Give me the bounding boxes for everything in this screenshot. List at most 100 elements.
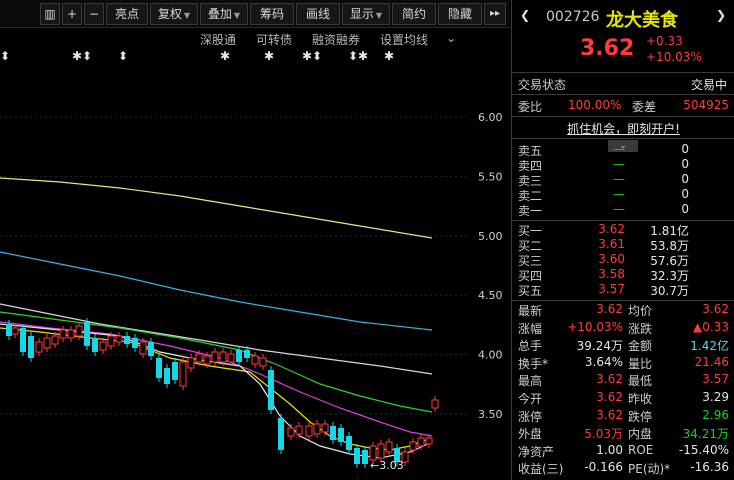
divider — [512, 138, 734, 139]
divider — [512, 72, 734, 73]
promo-link[interactable]: 抓住机会，即刻开户! — [512, 120, 734, 136]
event-marker[interactable]: ⬍ — [0, 49, 10, 63]
stat-value: 21.46 — [694, 354, 729, 369]
event-marker[interactable]: ✱⬍ — [72, 49, 92, 63]
kline-chart[interactable]: 6.00 5.50 5.00 4.50 4.00 3.50 ←3.03 — [0, 66, 510, 480]
stat-row: 总手 39.24万 金额 1.42亿 — [512, 337, 734, 353]
stat-label: 内盘 — [628, 427, 653, 442]
order-volume: 0 — [681, 202, 689, 216]
menu-icon[interactable]: ❮ — [520, 8, 530, 22]
candle — [172, 362, 178, 380]
status-row: 交易状态 交易中 — [518, 78, 727, 92]
buy-level-row[interactable]: 买五 3.57 30.7万 — [512, 282, 734, 298]
stat-label: 收益(三) — [518, 462, 564, 477]
ma-line-short — [0, 323, 433, 459]
candle — [346, 436, 352, 450]
indicator-ma-settings[interactable]: 设置均线 — [380, 31, 428, 48]
candle — [20, 328, 26, 352]
stat-label: 换手* — [518, 356, 549, 371]
stat-value: 1.42亿 — [690, 339, 729, 354]
order-price: 3.61 — [598, 237, 625, 251]
event-marker[interactable]: ✱⬍ — [302, 49, 322, 63]
order-volume: 0 — [681, 187, 689, 201]
candle — [417, 437, 425, 447]
status-value: 交易中 — [690, 78, 727, 92]
stat-row: 换手* 3.64% 量比 21.46 — [512, 355, 734, 371]
candle — [187, 357, 195, 369]
stat-row: 外盘 5.03万 内盘 34.21万 — [512, 425, 734, 441]
candle — [28, 336, 34, 358]
buy-level-row[interactable]: 买四 3.58 32.3万 — [512, 267, 734, 283]
draw-line-button[interactable]: 画线 — [296, 3, 340, 25]
sell-level-row[interactable]: 卖四 —0 — [512, 157, 734, 173]
candle — [295, 425, 303, 435]
stat-value: 3.57 — [702, 372, 729, 387]
candle — [156, 358, 162, 378]
order-price: — — [613, 142, 625, 156]
event-marker[interactable]: ⬍✱ — [348, 49, 368, 63]
hide-button[interactable]: 隐藏 — [438, 3, 482, 25]
candle — [251, 355, 259, 365]
candle — [330, 426, 336, 440]
price-block: 3.62 +0.33 +10.03% — [512, 34, 734, 66]
indicator-sgt[interactable]: 深股通 — [200, 31, 236, 48]
stat-row: 净资产 1.00 ROE -15.40% — [512, 443, 734, 459]
expand-icon[interactable]: ▸▸ — [484, 3, 506, 25]
buy-level-row[interactable]: 买三 3.60 57.6万 — [512, 252, 734, 268]
weibi-row: 委比 100.00% 委差 504925 — [518, 98, 729, 114]
event-marker[interactable]: ✱ — [264, 49, 274, 63]
event-marker[interactable]: ✱ — [384, 49, 394, 63]
candle — [203, 355, 211, 365]
zoom-in-button[interactable]: + — [62, 3, 82, 25]
candle — [75, 325, 83, 337]
moving-average-lines — [0, 177, 433, 459]
order-volume: 0 — [681, 157, 689, 171]
overlay-button[interactable]: 叠加 ▼ — [200, 3, 248, 25]
buy-level-row[interactable]: 买一 3.62 1.81亿 — [512, 222, 734, 238]
stat-label: 跌停 — [628, 409, 653, 424]
grid-icon[interactable]: ▥ — [40, 3, 60, 25]
order-price: 3.60 — [598, 252, 625, 266]
candle — [236, 350, 242, 362]
sell-level-row[interactable]: 卖五 —0 — [512, 142, 734, 158]
indicator-bar: 深股通 可转债 融资融券 设置均线 ⌄ — [0, 28, 510, 48]
candle — [92, 338, 98, 352]
next-icon[interactable]: ❯ — [716, 8, 726, 22]
simple-button[interactable]: 简约 — [392, 3, 436, 25]
order-level-label: 买五 — [518, 284, 543, 298]
price-change: +0.33 — [646, 34, 683, 48]
buy-level-row[interactable]: 买二 3.61 53.8万 — [512, 237, 734, 253]
indicator-convertible[interactable]: 可转债 — [256, 31, 292, 48]
candle — [259, 357, 267, 367]
stat-row: 今开 3.62 昨收 3.29 — [512, 390, 734, 406]
stat-row: 涨停 3.62 跌停 2.96 — [512, 408, 734, 424]
stat-label: 涨停 — [518, 409, 543, 424]
candle — [124, 336, 130, 344]
candle — [139, 341, 147, 355]
highlight-button[interactable]: 亮点 — [106, 3, 148, 25]
y-axis-label: 3.50 — [478, 408, 503, 421]
stat-value: 3.62 — [596, 372, 623, 387]
sell-level-row[interactable]: 卖三 —0 — [512, 172, 734, 188]
weicha-value: 504925 — [683, 98, 729, 112]
stat-label: 净资产 — [518, 444, 555, 459]
event-marker[interactable]: ⬍ — [118, 49, 128, 63]
stat-value: -0.166 — [584, 460, 623, 475]
chips-button[interactable]: 筹码 — [250, 3, 294, 25]
indicator-margin[interactable]: 融资融券 — [312, 31, 360, 48]
display-button[interactable]: 显示 ▼ — [342, 3, 390, 25]
candle — [179, 361, 187, 387]
divider — [512, 94, 734, 95]
candle — [11, 327, 19, 335]
chart-toolbar: ▥ + − 亮点 复权 ▼ 叠加 ▼ 筹码 画线 显示 ▼ 简约 隐藏 ▸▸ — [0, 0, 510, 28]
stock-header: ❮ 002726 龙大美食 ❯ — [512, 6, 734, 31]
candle — [377, 443, 385, 459]
event-marker[interactable]: ✱ — [220, 49, 230, 63]
adjust-button[interactable]: 复权 ▼ — [150, 3, 198, 25]
zoom-out-button[interactable]: − — [84, 3, 104, 25]
sell-level-row[interactable]: 卖一 — 0 — [512, 202, 734, 218]
stat-label: 总手 — [518, 339, 543, 354]
sell-level-row[interactable]: 卖二 —0 — [512, 187, 734, 203]
chevron-down-icon[interactable]: ⌄ — [446, 31, 456, 45]
stat-label: 最低 — [628, 374, 653, 389]
